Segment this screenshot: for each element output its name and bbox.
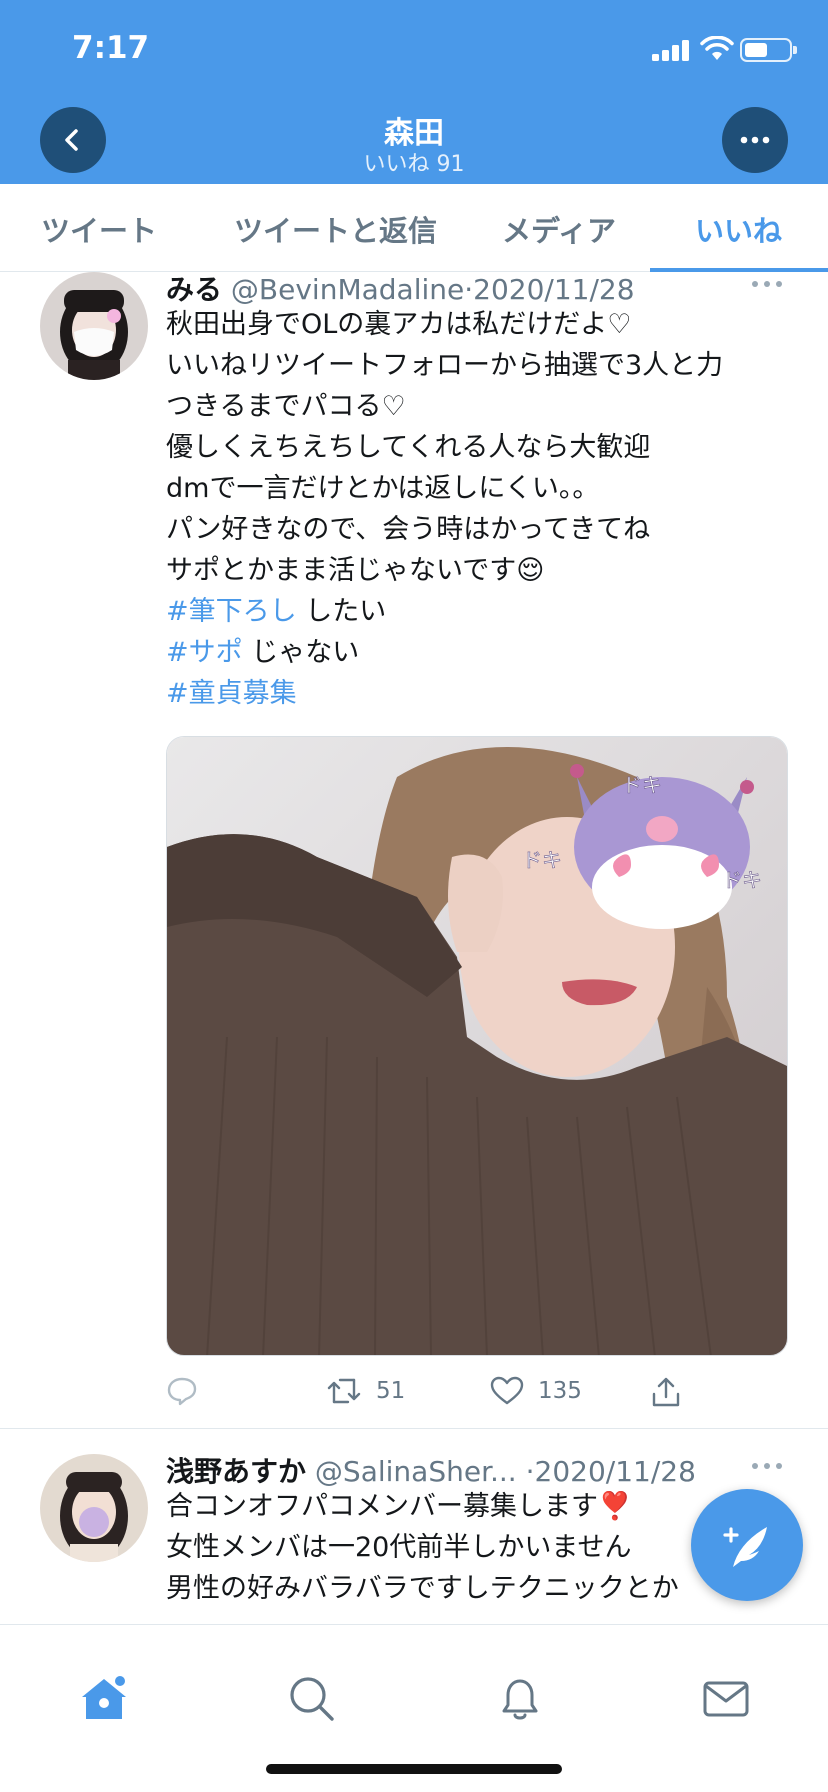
sticker-text: ドキ	[522, 848, 562, 872]
tweet-text-line: サポとかまま活じゃないです😌	[166, 555, 545, 586]
tweet-actions: 51 135	[166, 1372, 806, 1422]
retweet-icon	[327, 1378, 361, 1404]
tweet-author-name[interactable]: 浅野あすか	[166, 1455, 306, 1488]
status-time: 7:17	[72, 30, 150, 66]
tweet-feed[interactable]: みる @BevinMadaline·2020/11/28 秋田出身でOLの裏アカ…	[0, 272, 828, 1624]
search-icon[interactable]	[286, 1673, 338, 1725]
hashtag-link[interactable]: #サポ	[166, 637, 243, 668]
wifi-icon	[700, 36, 734, 60]
heart-icon	[490, 1376, 524, 1405]
sticker-text: ドキ	[622, 773, 662, 797]
home-icon[interactable]	[78, 1673, 130, 1725]
more-icon	[740, 136, 770, 144]
share-icon	[652, 1377, 680, 1407]
mail-icon[interactable]	[700, 1673, 752, 1725]
like-count: 135	[538, 1378, 582, 1404]
compose-icon	[723, 1527, 767, 1567]
retweet-count: 51	[376, 1378, 406, 1404]
profile-header: 7:17 森田 いいね 91	[0, 0, 828, 184]
like-button[interactable]: 135	[490, 1376, 582, 1406]
tab-media[interactable]: メディア	[502, 208, 616, 250]
tweet-text-fragment: じゃない	[242, 637, 360, 668]
battery-icon	[740, 38, 797, 62]
tab-likes[interactable]: いいね	[695, 208, 782, 250]
profile-tabs: ツイート ツイートと返信 メディア いいね	[0, 184, 828, 272]
tweet-text-line: 優しくえちえちしてくれる人なら大歓迎	[166, 432, 651, 463]
share-button[interactable]	[650, 1376, 682, 1408]
home-indicator	[266, 1764, 562, 1774]
retweet-button[interactable]: 51	[326, 1376, 405, 1406]
tweet-header: 浅野あすか @SalinaSher... ·2020/11/28	[166, 1455, 696, 1488]
more-options-button[interactable]	[722, 107, 788, 173]
avatar[interactable]	[40, 1454, 148, 1562]
tab-tweets[interactable]: ツイート	[41, 208, 157, 250]
tweet-text-line: パン好きなので、会う時はかってきてね	[166, 514, 651, 545]
tweet-text-line: dmで一言だけとかは返しにくい。。	[166, 473, 600, 504]
tweet-photo[interactable]: ドキ ドキ ドキ	[166, 736, 788, 1356]
tweet-text-fragment: したい	[296, 596, 387, 627]
tweet-author-name[interactable]: みる	[166, 273, 222, 306]
hashtag-link[interactable]: #童貞募集	[166, 678, 297, 709]
hashtag-link[interactable]: #筆下ろし	[166, 596, 297, 627]
tweet-more-button[interactable]	[752, 279, 784, 289]
cellular-signal-icon	[652, 39, 692, 61]
tweet-author-handle[interactable]: @BevinMadaline	[231, 273, 464, 306]
tweet-text: 秋田出身でOLの裏アカは私だけだよ♡ いいねリツイートフォローから抽選で3人と力…	[166, 304, 806, 714]
avatar[interactable]	[40, 272, 148, 380]
tab-tweets-and-replies[interactable]: ツイートと返信	[234, 208, 437, 250]
tweet-divider	[0, 1428, 828, 1429]
tweet-more-button[interactable]	[752, 1461, 784, 1471]
tweet-header: みる @BevinMadaline·2020/11/28	[166, 273, 635, 306]
tweet-date: 2020/11/28	[534, 1455, 696, 1488]
reply-button[interactable]	[166, 1376, 198, 1406]
reply-icon	[167, 1377, 197, 1406]
tweet-author-handle[interactable]: @SalinaSher...	[315, 1455, 517, 1488]
compose-tweet-button[interactable]	[691, 1489, 803, 1601]
likes-count-subtitle: いいね 91	[363, 152, 465, 177]
tweet-text-line: 秋田出身でOLの裏アカは私だけだよ♡	[166, 309, 632, 340]
tweet-date: 2020/11/28	[473, 273, 635, 306]
sticker-text: ドキ	[722, 868, 762, 892]
tweet-text-line: いいねリツイートフォローから抽選で3人と力	[166, 350, 724, 381]
tweet-text-line: つきるまでパコる♡	[166, 391, 406, 422]
bell-icon[interactable]	[494, 1673, 546, 1725]
